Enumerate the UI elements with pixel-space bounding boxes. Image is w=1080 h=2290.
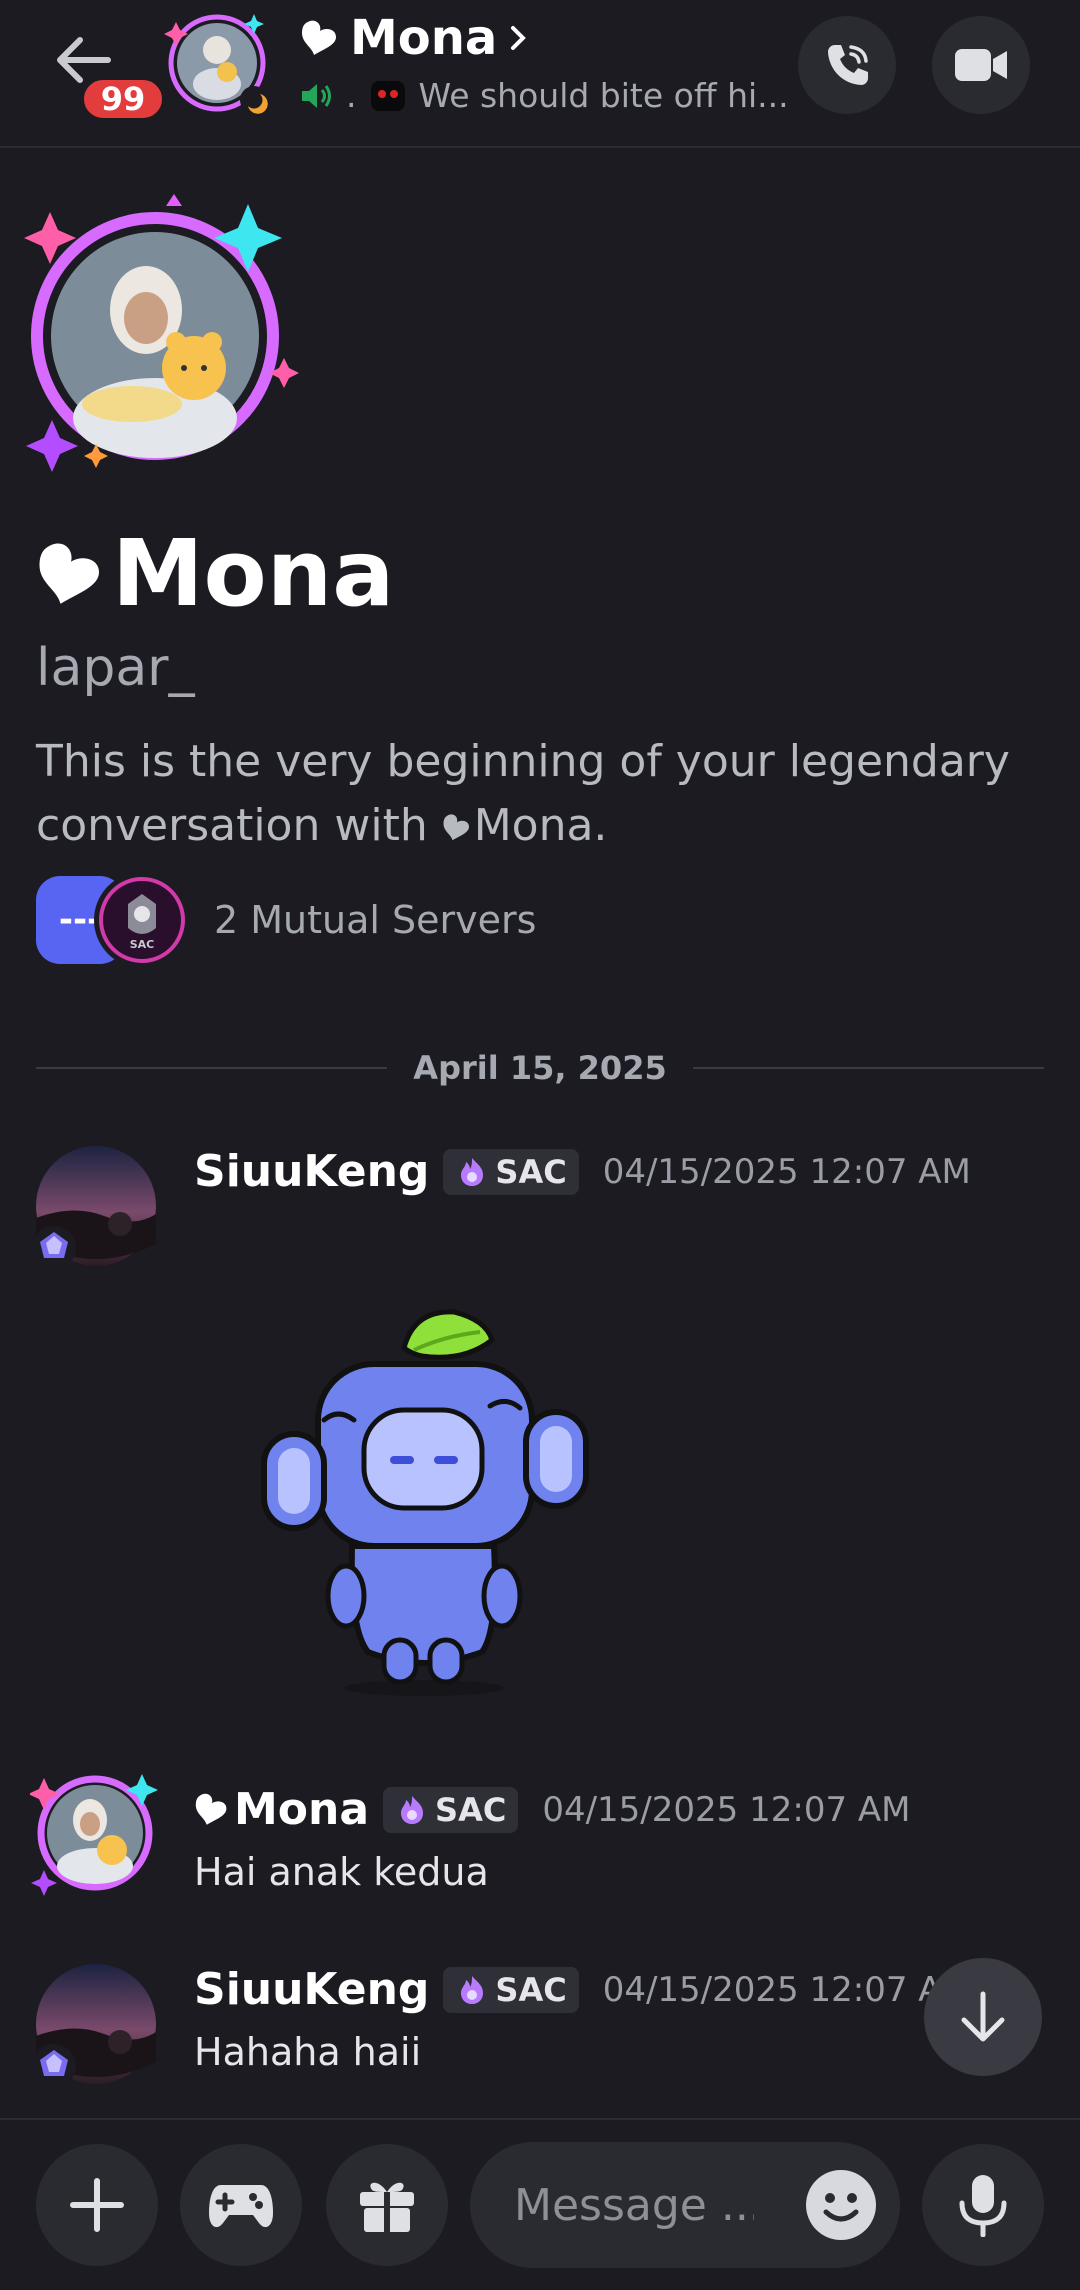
- message-content: Hai anak kedua: [194, 1850, 489, 1894]
- message-header: SiuuKeng SAC 04/15/2025 12:07 AM: [194, 1146, 971, 1197]
- profile-username: lapar_: [36, 638, 195, 698]
- activity-emoji-icon: [370, 80, 405, 111]
- message-author-name: Mona: [234, 1784, 370, 1835]
- video-call-button[interactable]: [932, 16, 1030, 114]
- server-tag-label: SAC: [435, 1790, 507, 1829]
- divider-line: [36, 1067, 388, 1069]
- message-timestamp: 04/15/2025 12:07 AM: [602, 1969, 971, 2010]
- message-input[interactable]: [512, 2178, 756, 2232]
- header-name: Mona: [350, 10, 498, 66]
- mutual-servers[interactable]: --- SAC 2 Mutual Servers: [36, 872, 536, 968]
- server-tag[interactable]: SAC: [443, 1148, 579, 1195]
- server-icon-2: SAC: [94, 872, 190, 968]
- divider-line: [692, 1067, 1045, 1069]
- message-author[interactable]: SiuuKeng: [194, 1964, 429, 2015]
- speaker-icon: [302, 83, 331, 108]
- flame-icon: [461, 1975, 484, 2004]
- mutual-servers-label: 2 Mutual Servers: [214, 898, 537, 942]
- header-title[interactable]: Mona: [300, 10, 531, 66]
- chevron-right-icon: [511, 26, 527, 50]
- arrow-down-icon: [961, 1991, 1005, 2042]
- heart-icon: [195, 1793, 227, 1825]
- message-content: Hahaha haii: [194, 2030, 422, 2074]
- unread-badge: 99: [80, 76, 166, 122]
- jump-to-present-button[interactable]: [924, 1958, 1042, 2076]
- flame-icon: [461, 1157, 484, 1186]
- message-avatar[interactable]: [28, 1768, 158, 1896]
- video-camera-icon: [955, 49, 1007, 81]
- divider-date: April 15, 2025: [413, 1049, 667, 1087]
- message-input-container[interactable]: [470, 2142, 900, 2268]
- server-tag[interactable]: SAC: [383, 1786, 519, 1833]
- heart-icon: [39, 542, 99, 604]
- conversation-intro: This is the very beginning of your legen…: [36, 730, 1036, 858]
- message-timestamp: 04/15/2025 12:07 AM: [542, 1789, 911, 1830]
- emoji-button[interactable]: [806, 2170, 876, 2240]
- plus-icon: [70, 2178, 124, 2232]
- profile-avatar[interactable]: [12, 190, 302, 480]
- message-timestamp: 04/15/2025 12:07 AM: [602, 1151, 971, 1192]
- message-header: SiuuKeng SAC 04/15/2025 12:07 AM: [194, 1964, 971, 2015]
- add-attachment-button[interactable]: [36, 2144, 158, 2266]
- header-avatar[interactable]: [162, 8, 272, 118]
- message-author[interactable]: SiuuKeng: [194, 1146, 429, 1197]
- gift-icon: [360, 2182, 414, 2232]
- message-author[interactable]: Mona: [194, 1784, 369, 1835]
- microphone-icon: [959, 2175, 1007, 2237]
- voice-call-button[interactable]: [798, 16, 896, 114]
- heart-icon: [302, 20, 336, 55]
- gamepad-icon: [209, 2185, 273, 2228]
- phone-icon: [828, 45, 868, 85]
- date-divider: April 15, 2025: [36, 1040, 1045, 1096]
- server-tag-label: SAC: [495, 1152, 567, 1191]
- message-avatar[interactable]: [32, 1962, 158, 2088]
- activities-button[interactable]: [180, 2144, 302, 2266]
- message-avatar[interactable]: [32, 1144, 158, 1270]
- message-header: Mona SAC 04/15/2025 12:07 AM: [194, 1784, 910, 1835]
- heart-icon: [443, 814, 469, 841]
- status-text: We should bite off hi...: [418, 76, 789, 115]
- status-separator: .: [346, 76, 357, 115]
- gift-button[interactable]: [326, 2144, 448, 2266]
- wumpus-sticker[interactable]: [254, 1300, 594, 1700]
- server-tag[interactable]: SAC: [443, 1966, 579, 2013]
- flame-icon: [401, 1795, 424, 1824]
- smiley-icon: [807, 2171, 875, 2239]
- svg-text:SAC: SAC: [130, 938, 155, 951]
- profile-display-name: Mona: [36, 520, 394, 627]
- header-status: . We should bite off hi...: [300, 76, 789, 115]
- server-tag-label: SAC: [495, 1970, 567, 2009]
- intro-name: Mona.: [473, 800, 608, 851]
- profile-name-text: Mona: [112, 520, 395, 627]
- voice-message-button[interactable]: [922, 2144, 1044, 2266]
